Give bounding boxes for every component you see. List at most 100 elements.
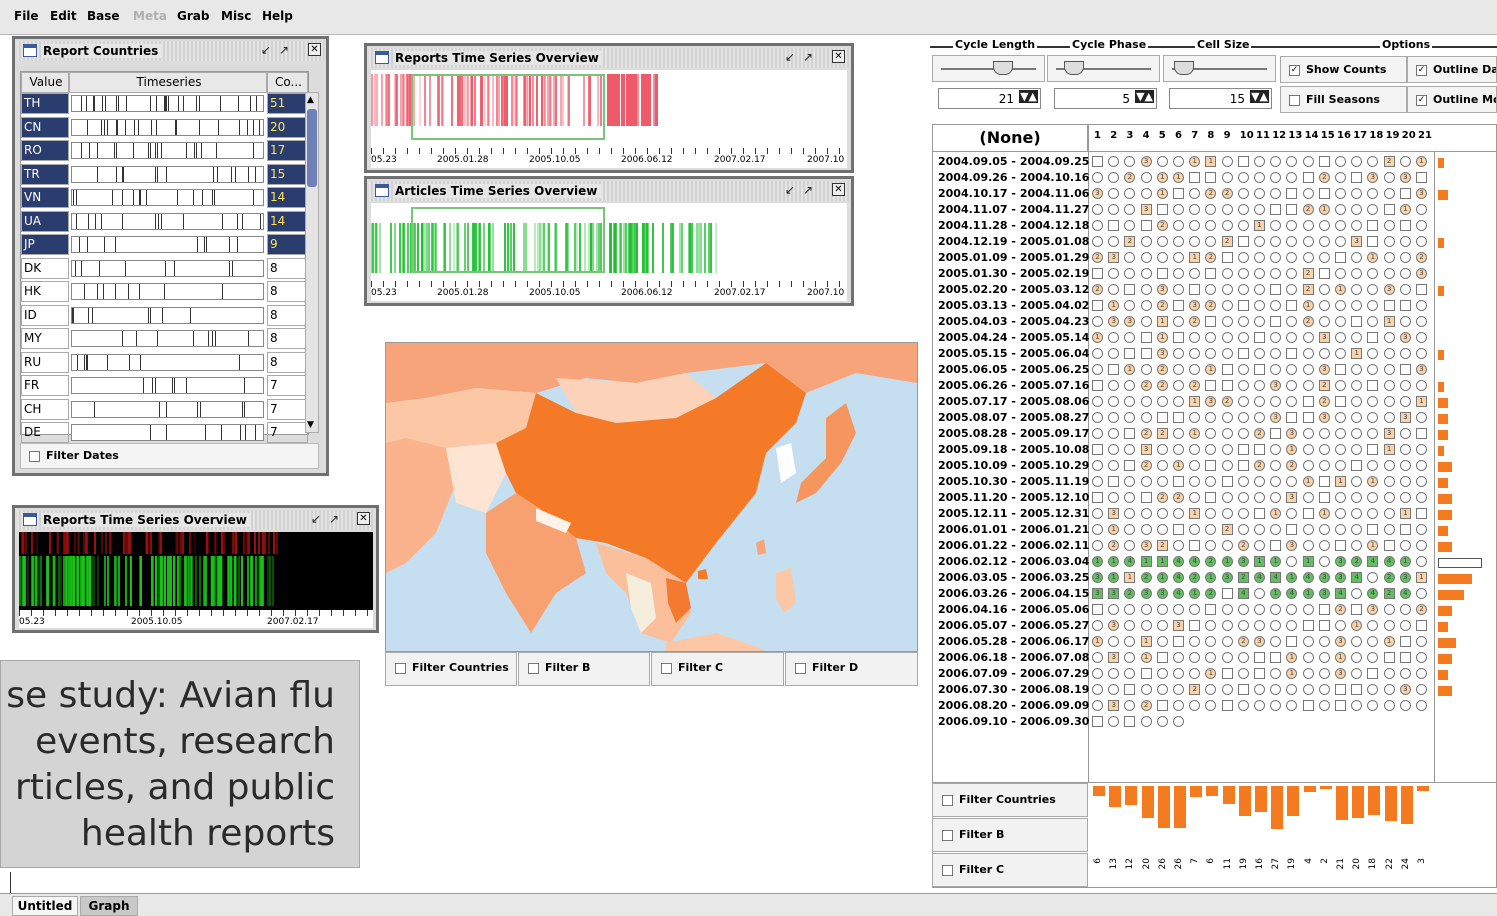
calendar-cell[interactable]	[1318, 348, 1330, 359]
calendar-cell[interactable]	[1173, 668, 1184, 679]
calendar-cell[interactable]: 1	[1383, 444, 1395, 455]
calendar-cell[interactable]	[1156, 620, 1168, 631]
calendar-cell[interactable]	[1189, 284, 1201, 295]
calendar-cell[interactable]	[1254, 508, 1265, 519]
date-row-label[interactable]: 2004.11.28 - 2004.12.18	[938, 218, 1089, 234]
calendar-cell[interactable]	[1173, 316, 1184, 327]
calendar-cell[interactable]	[1173, 396, 1184, 407]
calendar-cell[interactable]	[1254, 156, 1265, 167]
calendar-cell[interactable]	[1302, 156, 1314, 167]
calendar-cell[interactable]	[1416, 316, 1427, 327]
calendar-cell[interactable]	[1416, 524, 1427, 535]
calendar-cell[interactable]: 3	[1092, 572, 1103, 583]
calendar-cell[interactable]	[1318, 460, 1330, 471]
calendar-cell[interactable]: 2	[1383, 572, 1395, 583]
country-timeseries-cell[interactable]	[71, 212, 264, 230]
calendar-cell[interactable]	[1156, 396, 1168, 407]
calendar-cell[interactable]	[1399, 380, 1411, 391]
choropleth-map[interactable]	[385, 342, 918, 652]
calendar-cell[interactable]	[1092, 652, 1103, 663]
calendar-cell[interactable]	[1399, 668, 1411, 679]
calendar-cell[interactable]	[1237, 172, 1249, 183]
calendar-cell[interactable]	[1156, 636, 1168, 647]
calendar-cell[interactable]: 1	[1173, 172, 1184, 183]
calendar-cell[interactable]	[1221, 364, 1233, 375]
column-header-count[interactable]: Co...	[267, 72, 308, 93]
calendar-cell[interactable]	[1254, 332, 1265, 343]
calendar-cell[interactable]	[1237, 396, 1249, 407]
calendar-cell[interactable]	[1237, 284, 1249, 295]
cycle-length-slider[interactable]	[932, 55, 1045, 82]
calendar-cell[interactable]	[1302, 396, 1314, 407]
date-row-label[interactable]: 2006.07.09 - 2006.07.29	[938, 666, 1089, 682]
calendar-cell[interactable]	[1092, 716, 1103, 727]
calendar-cell[interactable]	[1173, 380, 1184, 391]
calendar-cell[interactable]: 3	[1318, 364, 1330, 375]
calendar-cell[interactable]	[1367, 444, 1379, 455]
calendar-cell[interactable]	[1318, 492, 1330, 503]
country-value-cell[interactable]: TH	[21, 93, 69, 114]
calendar-cell[interactable]	[1254, 668, 1265, 679]
calendar-cell[interactable]	[1302, 188, 1314, 199]
calendar-cell[interactable]	[1254, 700, 1265, 711]
calendar-cell[interactable]	[1140, 316, 1152, 327]
calendar-cell[interactable]: 2	[1156, 492, 1168, 503]
calendar-cell[interactable]	[1173, 300, 1184, 311]
calendar-cell[interactable]	[1173, 476, 1184, 487]
calendar-cell[interactable]	[1399, 620, 1411, 631]
calendar-cell[interactable]	[1205, 172, 1217, 183]
calendar-cell[interactable]	[1092, 220, 1103, 231]
calendar-cell[interactable]	[1416, 492, 1427, 503]
calendar-cell[interactable]	[1254, 444, 1265, 455]
calendar-cell[interactable]: 1	[1140, 636, 1152, 647]
calendar-cell[interactable]	[1383, 476, 1395, 487]
calendar-cell[interactable]	[1416, 508, 1427, 519]
calendar-cell[interactable]	[1092, 620, 1103, 631]
calendar-cell[interactable]	[1140, 332, 1152, 343]
calendar-cell[interactable]	[1383, 620, 1395, 631]
spinner-arrows-icon[interactable]: ▼▲	[1135, 90, 1154, 103]
calendar-cell[interactable]	[1237, 364, 1249, 375]
calendar-cell[interactable]	[1351, 460, 1363, 471]
calendar-cell[interactable]	[1140, 364, 1152, 375]
calendar-cell[interactable]	[1302, 252, 1314, 263]
calendar-cell[interactable]	[1302, 508, 1314, 519]
calendar-cell[interactable]	[1318, 556, 1330, 567]
calendar-cell[interactable]	[1092, 348, 1103, 359]
calendar-cell[interactable]: 2	[1140, 700, 1152, 711]
calendar-cell[interactable]	[1416, 636, 1427, 647]
calendar-cell[interactable]	[1140, 348, 1152, 359]
calendar-cell[interactable]: 1	[1399, 556, 1411, 567]
calendar-cell[interactable]: 3	[1254, 636, 1265, 647]
calendar-cell[interactable]: 3	[1416, 364, 1427, 375]
calendar-cell[interactable]	[1173, 236, 1184, 247]
calendar-cell[interactable]: 1	[1302, 556, 1314, 567]
checkbox-icon[interactable]	[661, 662, 672, 674]
minimize-icon[interactable]: ↙	[785, 183, 795, 197]
calendar-cell[interactable]	[1221, 540, 1233, 551]
calendar-cell[interactable]	[1237, 492, 1249, 503]
calendar-cell[interactable]	[1156, 668, 1168, 679]
calendar-cell[interactable]: 3	[1108, 700, 1120, 711]
calendar-cell[interactable]: 1	[1189, 252, 1201, 263]
date-row-label[interactable]: 2004.10.17 - 2004.11.06	[938, 186, 1089, 202]
calendar-cell[interactable]	[1237, 300, 1249, 311]
date-row-label[interactable]: 2005.06.05 - 2005.06.25	[938, 362, 1089, 378]
calendar-filter-b[interactable]: Filter B	[932, 818, 1088, 852]
calendar-cell[interactable]	[1173, 284, 1184, 295]
country-value-cell[interactable]: ID	[21, 304, 69, 326]
calendar-cell[interactable]	[1156, 716, 1168, 727]
calendar-cell[interactable]	[1318, 604, 1330, 615]
maximize-icon[interactable]: ↗	[329, 512, 339, 526]
date-row-label[interactable]: 2005.05.15 - 2005.06.04	[938, 346, 1089, 362]
calendar-cell[interactable]	[1237, 444, 1249, 455]
calendar-cell[interactable]: 2	[1156, 428, 1168, 439]
close-icon[interactable]: ✕	[832, 50, 845, 63]
calendar-cell[interactable]: 3	[1335, 572, 1346, 583]
calendar-cell[interactable]	[1351, 172, 1363, 183]
cycle-phase-slider[interactable]	[1047, 55, 1160, 82]
country-timeseries-cell[interactable]	[71, 283, 264, 300]
calendar-cell[interactable]	[1124, 348, 1136, 359]
calendar-cell[interactable]	[1173, 524, 1184, 535]
calendar-cell[interactable]	[1221, 604, 1233, 615]
